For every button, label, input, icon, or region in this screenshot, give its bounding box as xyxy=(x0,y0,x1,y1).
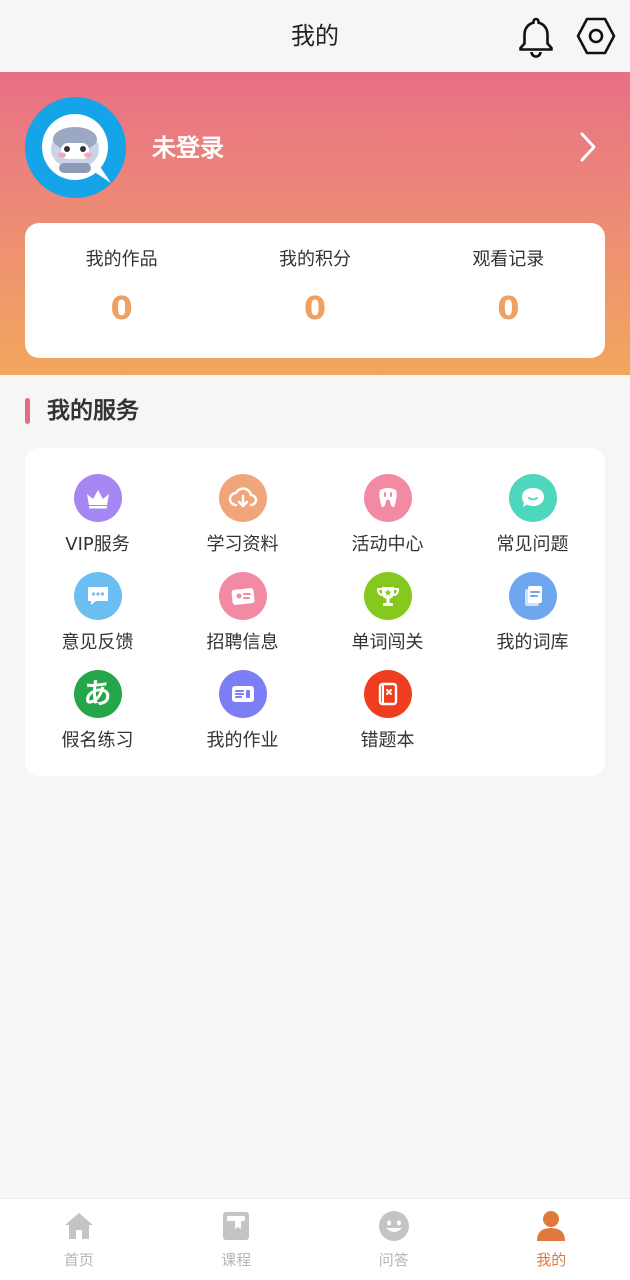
chevron-right-icon[interactable] xyxy=(574,130,602,164)
tooth-icon xyxy=(363,474,412,522)
tab-mine[interactable]: 我的 xyxy=(473,1199,630,1280)
tab-qa[interactable]: 问答 xyxy=(315,1199,473,1280)
service-kana-practice[interactable]: あ 假名练习 xyxy=(25,670,170,760)
service-word-challenge[interactable]: 单词闯关 xyxy=(315,572,460,662)
tab-label: 问答 xyxy=(378,1251,409,1269)
kana-glyph: あ xyxy=(83,677,112,710)
service-feedback[interactable]: 意见反馈 xyxy=(25,572,170,662)
service-label: 活动中心 xyxy=(351,534,424,555)
service-my-vocabulary[interactable]: 我的词库 xyxy=(460,572,605,662)
id-card-icon xyxy=(218,572,267,620)
cloud-download-icon xyxy=(218,474,267,522)
bottom-tab-bar: 首页 课程 问答 我的 xyxy=(0,1198,630,1280)
question-bubble-icon xyxy=(508,474,557,522)
service-my-homework[interactable]: 我的作业 xyxy=(170,670,315,760)
tab-home[interactable]: 首页 xyxy=(0,1199,158,1280)
service-label: 我的词库 xyxy=(496,632,569,653)
service-recruitment[interactable]: 招聘信息 xyxy=(170,572,315,662)
top-nav-bar: 我的 xyxy=(0,0,630,72)
chat-bubble-icon xyxy=(73,572,122,620)
stat-label: 我的积分 xyxy=(278,249,351,270)
tab-label: 我的 xyxy=(536,1251,567,1269)
service-activity-center[interactable]: 活动中心 xyxy=(315,474,460,564)
crown-icon xyxy=(73,474,122,522)
service-error-book[interactable]: 错题本 xyxy=(315,670,460,760)
person-icon xyxy=(537,1211,566,1241)
services-grid: VIP服务 学习资料 活动中心 常见问题 意见反馈 招聘信息 单词闯关 我的词库… xyxy=(25,448,605,776)
tab-label: 课程 xyxy=(221,1251,252,1269)
home-icon xyxy=(64,1213,93,1239)
service-vip[interactable]: VIP服务 xyxy=(25,474,170,564)
service-label: 意见反馈 xyxy=(61,632,134,653)
stat-value: 0 xyxy=(110,289,133,327)
stats-card: 我的作品 0 我的积分 0 观看记录 0 xyxy=(25,223,605,358)
avatar-character-icon xyxy=(25,97,126,198)
stat-value: 0 xyxy=(303,289,327,327)
avatar[interactable] xyxy=(25,97,126,198)
stat-label: 观看记录 xyxy=(472,249,545,270)
trophy-icon xyxy=(363,572,412,620)
section-title: 我的服务 xyxy=(47,398,139,424)
stat-history[interactable]: 观看记录 0 xyxy=(412,223,605,358)
stat-label: 我的作品 xyxy=(85,249,158,270)
service-study-materials[interactable]: 学习资料 xyxy=(170,474,315,564)
tab-course[interactable]: 课程 xyxy=(158,1199,316,1280)
course-book-icon xyxy=(223,1212,250,1240)
tab-label: 首页 xyxy=(63,1251,94,1269)
cards-icon xyxy=(508,572,557,620)
service-label: 学习资料 xyxy=(206,534,279,555)
kana-icon: あ xyxy=(73,670,122,718)
settings-hex-icon[interactable] xyxy=(574,14,618,58)
homework-icon xyxy=(218,670,267,718)
login-status-text[interactable]: 未登录 xyxy=(152,128,224,163)
profile-header: 未登录 我的作品 0 我的积分 0 观看记录 0 xyxy=(0,72,630,375)
service-label: 假名练习 xyxy=(61,730,134,751)
service-label: 错题本 xyxy=(360,730,415,751)
service-label: 招聘信息 xyxy=(206,632,279,653)
stat-works[interactable]: 我的作品 0 xyxy=(25,223,218,358)
section-accent-bar xyxy=(25,398,30,424)
service-label: 我的作业 xyxy=(206,730,279,751)
qa-smile-icon xyxy=(378,1211,409,1241)
bell-icon[interactable] xyxy=(514,14,558,58)
error-book-icon xyxy=(363,670,412,718)
stat-points[interactable]: 我的积分 0 xyxy=(218,223,411,358)
service-label: VIP服务 xyxy=(65,534,130,555)
service-faq[interactable]: 常见问题 xyxy=(460,474,605,564)
service-label: 常见问题 xyxy=(496,534,569,555)
stat-value: 0 xyxy=(497,289,520,327)
service-label: 单词闯关 xyxy=(351,632,424,653)
